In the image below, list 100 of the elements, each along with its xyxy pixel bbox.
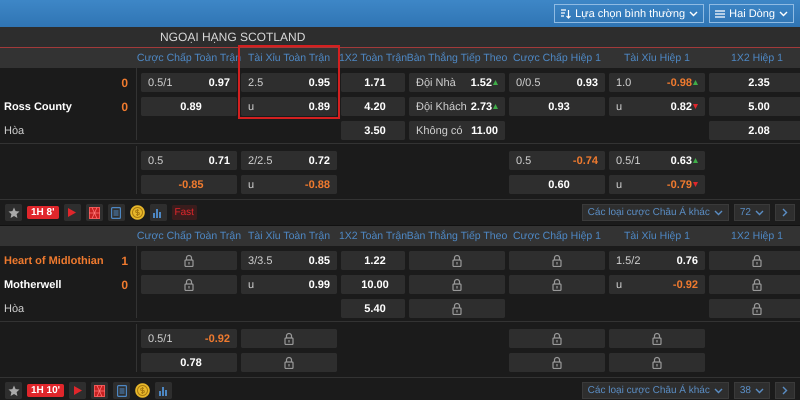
- stack-icon[interactable]: [113, 382, 130, 399]
- chevron-down-icon: [689, 10, 698, 16]
- odds-cell[interactable]: 0.93: [509, 97, 605, 116]
- column-header: Bàn Thắng Tiếp Theo: [406, 51, 508, 65]
- next-button[interactable]: [775, 382, 795, 399]
- bar-chart-icon[interactable]: [150, 204, 167, 221]
- odds-cell[interactable]: 3/3.5 0.85: [241, 251, 337, 270]
- odds-cell[interactable]: 0/0.5 0.93: [509, 73, 605, 92]
- odds-cell[interactable]: 2/2.5 0.72: [241, 151, 337, 170]
- next-button[interactable]: [775, 204, 795, 221]
- column-header: 1X2 Hiệp 1: [731, 229, 783, 243]
- bar-chart-icon[interactable]: [155, 382, 172, 399]
- team-score: 0: [121, 100, 129, 114]
- odds-cell[interactable]: u -0.79: [609, 175, 705, 194]
- chevron-right-icon: [782, 386, 788, 395]
- column-header: Cược Chấp Hiệp 1: [512, 229, 602, 243]
- league-title: NGOẠI HẠNG SCOTLAND: [160, 30, 306, 44]
- lock-icon: [452, 302, 462, 315]
- odds-cell[interactable]: 1.0 -0.98: [609, 73, 705, 92]
- match-time: 1H 8': [27, 206, 59, 219]
- column-header: Bàn Thắng Tiếp Theo: [406, 229, 508, 243]
- odds-cell[interactable]: 0.5/1 -0.92: [141, 329, 237, 348]
- odds-cell[interactable]: 5.40: [341, 299, 405, 318]
- odds-cell[interactable]: 1.71: [341, 73, 405, 92]
- bet-type-dropdown[interactable]: Các loại cược Châu Á khác: [582, 382, 729, 399]
- column-header: Cược Chấp Hiệp 1: [512, 51, 602, 65]
- odds-cell[interactable]: u 0.82: [609, 97, 705, 116]
- odds-cell[interactable]: 0.60: [509, 175, 605, 194]
- list-icon: [715, 10, 726, 18]
- lock-icon: [652, 356, 662, 369]
- odds-cell[interactable]: u -0.88: [241, 175, 337, 194]
- column-header: Tài Xỉu Hiệp 1: [624, 229, 690, 243]
- team-name: Heart of Midlothian: [4, 254, 104, 266]
- draw-label: Hòa: [4, 302, 24, 314]
- field-icon[interactable]: [91, 382, 108, 399]
- lock-icon: [752, 278, 762, 291]
- lock-icon: [452, 278, 462, 291]
- odds-cell[interactable]: 1.22: [341, 251, 405, 270]
- lock-icon: [552, 254, 562, 267]
- team-score: 1: [121, 254, 129, 268]
- coin-icon[interactable]: [135, 383, 150, 398]
- odds-cell[interactable]: u -0.92: [609, 275, 705, 294]
- team-score: 0: [121, 76, 129, 90]
- lock-icon: [452, 254, 462, 267]
- column-header: Tài Xỉu Toàn Trận: [248, 229, 330, 243]
- column-header: Cược Chấp Toàn Trận: [136, 229, 242, 243]
- count-dropdown[interactable]: 38: [734, 382, 770, 399]
- odds-cell[interactable]: 0.5/1 0.63: [609, 151, 705, 170]
- team-name: Motherwell: [4, 278, 62, 290]
- lock-icon: [284, 356, 294, 369]
- odds-cell[interactable]: 2.35: [709, 73, 800, 92]
- odds-cell[interactable]: 10.00: [341, 275, 405, 294]
- odds-cell[interactable]: 0.5/1 0.97: [141, 73, 237, 92]
- odds-cell[interactable]: 0.5 -0.74: [509, 151, 605, 170]
- odds-cell[interactable]: Đội Nhà 1.52: [409, 73, 505, 92]
- play-icon[interactable]: [64, 204, 81, 221]
- column-header: 1X2 Hiệp 1: [731, 51, 783, 65]
- chevron-down-icon: [714, 388, 723, 394]
- lock-icon: [184, 278, 194, 291]
- draw-label: Hòa: [4, 124, 24, 136]
- odds-cell[interactable]: 2.08: [709, 121, 800, 140]
- odds-cell[interactable]: 2.5 0.95: [241, 73, 337, 92]
- coin-icon[interactable]: [130, 205, 145, 220]
- view-dropdown[interactable]: Lựa chọn bình thường: [554, 4, 704, 23]
- odds-cell[interactable]: u 0.99: [241, 275, 337, 294]
- stack-icon[interactable]: [108, 204, 125, 221]
- odds-cell[interactable]: Đội Khách 2.73: [409, 97, 506, 116]
- team-name: Ross County: [4, 100, 72, 112]
- column-header: 1X2 Toàn Trận: [338, 51, 408, 65]
- match-time: 1H 10': [27, 384, 64, 397]
- lock-icon: [184, 254, 194, 267]
- chevron-down-icon: [779, 10, 788, 16]
- lock-icon: [552, 278, 562, 291]
- odds-cell[interactable]: 1.5/2 0.76: [609, 251, 705, 270]
- odds-cell[interactable]: -0.85: [141, 175, 237, 194]
- sort-icon: [560, 8, 572, 18]
- odds-cell[interactable]: u 0.89: [241, 97, 337, 116]
- odds-cell[interactable]: 0.89: [141, 97, 237, 116]
- field-icon[interactable]: [86, 204, 103, 221]
- view-dropdown[interactable]: Hai Dòng: [709, 4, 794, 23]
- chevron-down-icon: [755, 388, 764, 394]
- odds-cell[interactable]: 0.78: [141, 353, 237, 372]
- odds-cell[interactable]: 0.5 0.71: [141, 151, 237, 170]
- lock-icon: [652, 332, 662, 345]
- column-header: Tài Xỉu Toàn Trận: [248, 51, 330, 65]
- odds-cell[interactable]: Không có 11.00: [409, 121, 505, 140]
- lock-icon: [552, 332, 562, 345]
- lock-icon: [752, 254, 762, 267]
- chevron-down-icon: [755, 210, 764, 216]
- lock-icon: [552, 356, 562, 369]
- play-icon[interactable]: [69, 382, 86, 399]
- bet-type-dropdown[interactable]: Các loại cược Châu Á khác: [582, 204, 729, 221]
- odds-cell[interactable]: 5.00: [709, 97, 800, 116]
- chevron-right-icon: [782, 208, 788, 217]
- lock-icon: [752, 302, 762, 315]
- count-dropdown[interactable]: 72: [734, 204, 770, 221]
- odds-cell[interactable]: 3.50: [341, 121, 405, 140]
- column-header: Tài Xỉu Hiệp 1: [624, 51, 690, 65]
- team-score: 0: [121, 278, 129, 292]
- odds-cell[interactable]: 4.20: [341, 97, 405, 116]
